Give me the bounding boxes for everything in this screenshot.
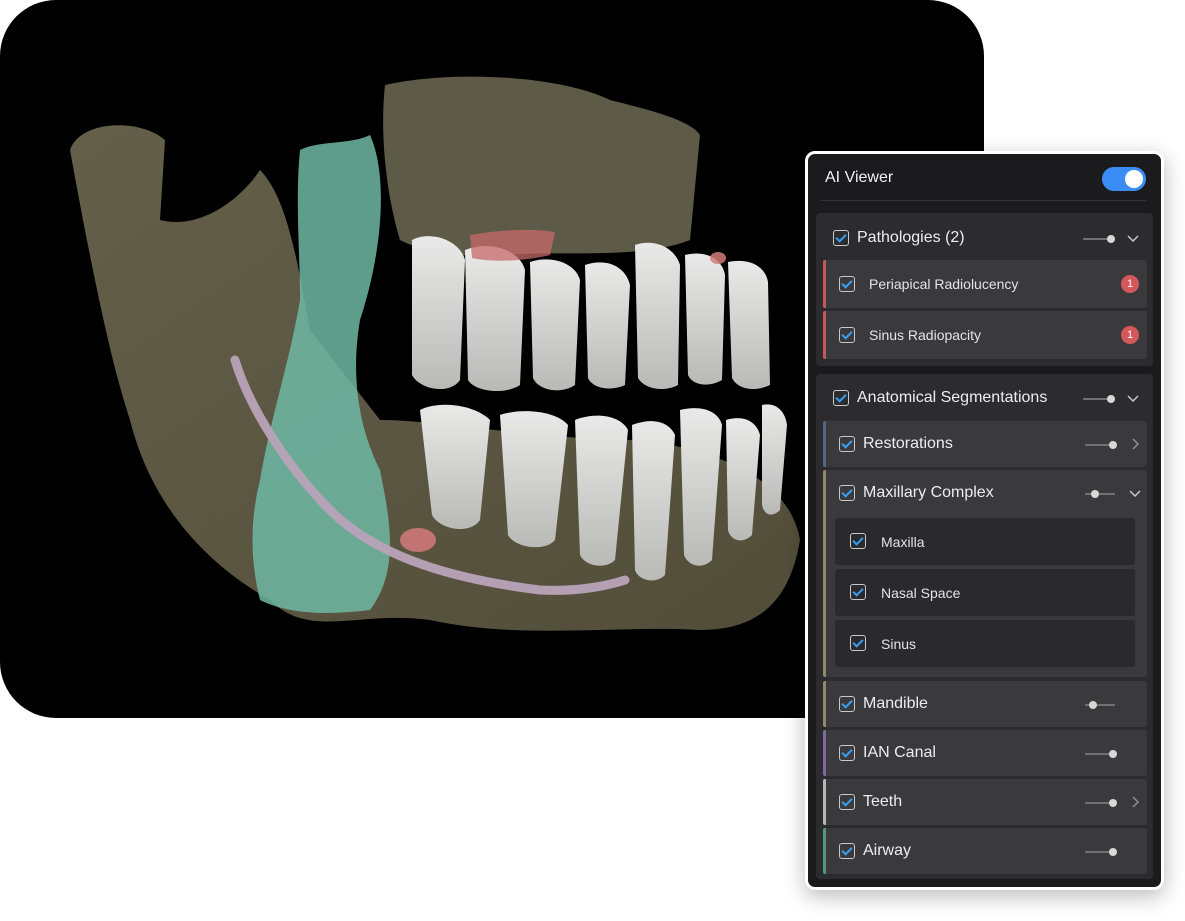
airway-opacity-slider[interactable] <box>1085 848 1117 856</box>
airway-checkbox[interactable] <box>839 843 855 859</box>
sinus-radiopacity-checkbox[interactable] <box>839 327 855 343</box>
segment-label: IAN Canal <box>863 744 936 761</box>
row-accent <box>823 260 826 308</box>
maxillary-opacity-slider[interactable] <box>1085 490 1115 498</box>
row-accent <box>823 730 826 776</box>
pathologies-label: Pathologies (2) <box>857 229 965 246</box>
maxilla-shape <box>383 76 700 256</box>
segment-row-maxillary-complex[interactable]: Maxillary Complex Maxilla Nasal Space Si… <box>823 470 1147 677</box>
toggle-knob <box>1125 170 1143 188</box>
pathologies-group: Pathologies (2) Periapical Radiolucency … <box>816 213 1153 366</box>
pathology-row-periapical[interactable]: Periapical Radiolucency 1 <box>823 260 1147 308</box>
segment-row-restorations[interactable]: Restorations <box>823 421 1147 467</box>
segmentations-group: Anatomical Segmentations Restorations Ma… <box>816 374 1153 879</box>
teeth-opacity-slider[interactable] <box>1085 799 1117 807</box>
periapical-checkbox[interactable] <box>839 276 855 292</box>
segment-label: Mandible <box>863 695 928 712</box>
nasal-space-checkbox[interactable] <box>850 584 866 600</box>
segment-row-airway[interactable]: Airway <box>823 828 1147 874</box>
segmentations-label: Anatomical Segmentations <box>857 389 1048 406</box>
mandible-checkbox[interactable] <box>839 696 855 712</box>
mandible-opacity-slider[interactable] <box>1085 701 1115 709</box>
segmentations-checkbox[interactable] <box>833 390 849 406</box>
sub-row-sinus[interactable]: Sinus <box>835 620 1135 667</box>
pathology-sinus <box>470 229 555 261</box>
ian-canal-checkbox[interactable] <box>839 745 855 761</box>
panel-header: AI Viewer <box>808 154 1161 204</box>
row-accent <box>823 421 826 467</box>
chevron-down-icon[interactable] <box>1128 486 1142 500</box>
pathology-marker <box>710 252 726 264</box>
row-accent <box>823 681 826 727</box>
ai-viewer-panel: AI Viewer Pathologies (2) Periapical Rad… <box>805 151 1164 890</box>
row-accent <box>823 311 826 359</box>
restorations-opacity-slider[interactable] <box>1085 441 1117 449</box>
chevron-right-icon[interactable] <box>1128 437 1142 451</box>
teeth-checkbox[interactable] <box>839 794 855 810</box>
chevron-right-icon[interactable] <box>1128 795 1142 809</box>
panel-title: AI Viewer <box>825 169 894 186</box>
segmentations-opacity-slider[interactable] <box>1083 395 1115 403</box>
segment-row-ian-canal[interactable]: IAN Canal <box>823 730 1147 776</box>
pathologies-checkbox[interactable] <box>833 230 849 246</box>
ai-viewer-toggle[interactable] <box>1102 167 1146 191</box>
row-accent <box>823 828 826 874</box>
segment-label: Airway <box>863 842 912 859</box>
pathology-label: Periapical Radiolucency <box>869 276 1019 292</box>
count-badge: 1 <box>1121 326 1139 344</box>
sub-segment-label: Sinus <box>881 636 917 652</box>
chevron-down-icon[interactable] <box>1126 391 1140 405</box>
chevron-down-icon[interactable] <box>1126 231 1140 245</box>
sub-row-nasal-space[interactable]: Nasal Space <box>835 569 1135 616</box>
ian-canal-opacity-slider[interactable] <box>1085 750 1117 758</box>
panel-divider <box>820 200 1146 201</box>
maxillary-complex-checkbox[interactable] <box>839 485 855 501</box>
count-badge: 1 <box>1121 275 1139 293</box>
restorations-checkbox[interactable] <box>839 436 855 452</box>
segment-label: Maxillary Complex <box>863 484 994 501</box>
segment-row-mandible[interactable]: Mandible <box>823 681 1147 727</box>
pathology-lesion <box>400 528 436 552</box>
sub-segment-label: Nasal Space <box>881 585 961 601</box>
sub-row-maxilla[interactable]: Maxilla <box>835 518 1135 565</box>
row-accent <box>823 779 826 825</box>
sub-segment-label: Maxilla <box>881 534 925 550</box>
pathology-label: Sinus Radiopacity <box>869 327 982 343</box>
maxilla-checkbox[interactable] <box>850 533 866 549</box>
segment-label: Restorations <box>863 435 953 452</box>
segment-label: Teeth <box>863 793 903 810</box>
row-accent <box>823 470 826 677</box>
segment-row-teeth[interactable]: Teeth <box>823 779 1147 825</box>
pathologies-opacity-slider[interactable] <box>1083 235 1115 243</box>
sinus-checkbox[interactable] <box>850 635 866 651</box>
pathology-row-sinus[interactable]: Sinus Radiopacity 1 <box>823 311 1147 359</box>
